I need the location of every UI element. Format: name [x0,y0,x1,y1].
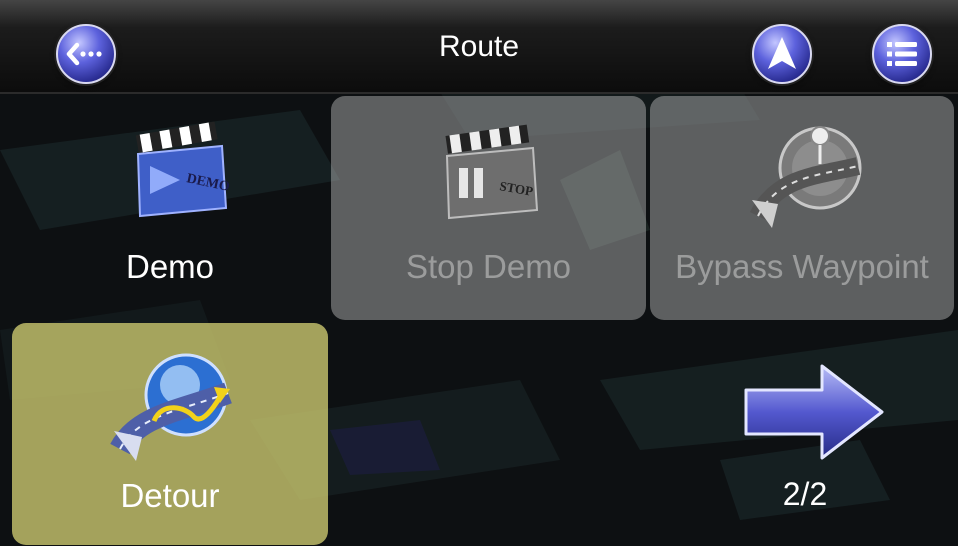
stop-demo-label: Stop Demo [405,248,572,285]
next-page-arrow-icon[interactable] [740,360,890,470]
menu-button[interactable] [872,24,932,84]
detour-label: Detour [120,477,220,514]
list-menu-icon [887,42,917,66]
demo-clapperboard-icon: DEMO [135,121,230,218]
page-title: Route [438,30,520,63]
bypass-waypoint-icon [749,126,862,228]
bypass-waypoint-button[interactable]: Bypass Waypoint [650,96,954,320]
stop-clapperboard-icon: STOP [445,124,539,220]
bypass-waypoint-label: Bypass Waypoint [675,248,929,285]
title-bar: Route [0,0,958,94]
navigation-button[interactable] [752,24,812,84]
navigation-arrow-icon [768,37,796,69]
demo-label: Demo [125,248,215,285]
demo-button[interactable]: DEMO Demo [12,96,328,320]
detour-road-icon [110,353,232,461]
detour-button[interactable]: Detour [12,323,328,545]
page-indicator: 2/2 [782,476,828,512]
stop-demo-button[interactable]: STOP Stop Demo [331,96,646,320]
